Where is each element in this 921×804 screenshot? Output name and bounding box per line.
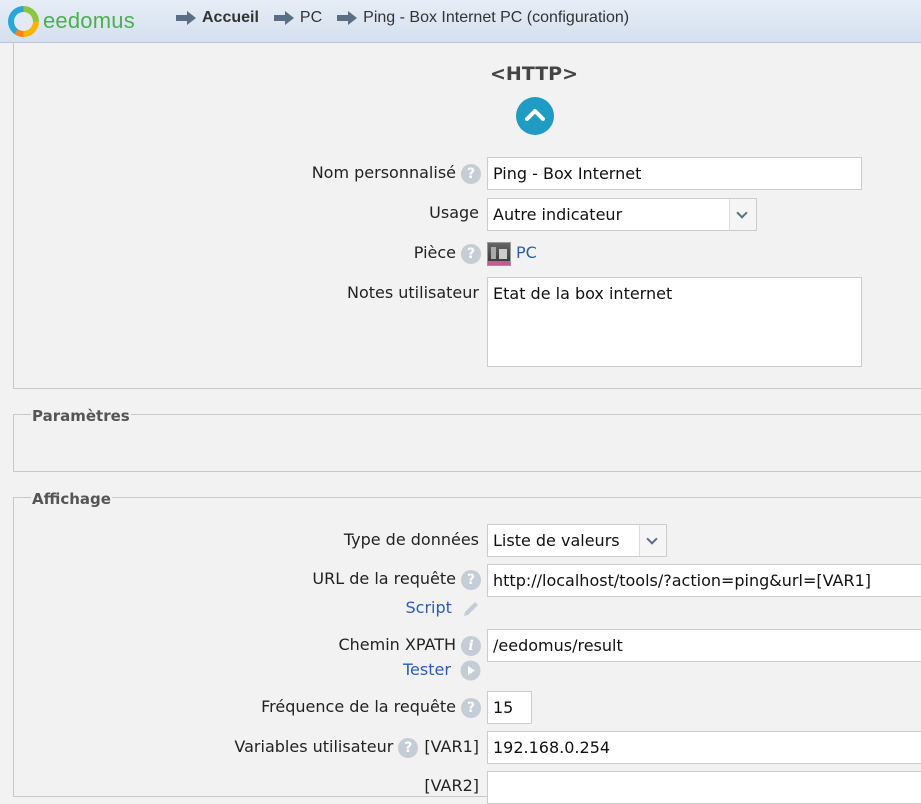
parameters-legend[interactable]: Paramètres bbox=[31, 407, 131, 425]
room-image bbox=[487, 242, 511, 266]
help-icon[interactable]: ? bbox=[461, 243, 481, 264]
breadcrumb-room[interactable]: PC bbox=[300, 9, 322, 27]
chevron-down-icon bbox=[729, 199, 756, 230]
data-type-select[interactable]: Liste de valeurs bbox=[487, 524, 667, 557]
help-icon[interactable]: ? bbox=[398, 737, 419, 758]
test-link[interactable]: Tester bbox=[403, 660, 451, 679]
room-link[interactable]: PC bbox=[516, 243, 537, 262]
arrow-right-icon bbox=[337, 11, 358, 25]
chevron-down-icon bbox=[639, 525, 666, 556]
data-type-select-value: Liste de valeurs bbox=[493, 531, 620, 550]
top-bar: eedomus Accueil PC Ping - Box Internet P… bbox=[0, 0, 921, 43]
display-legend[interactable]: Affichage bbox=[31, 490, 112, 508]
url-label-row: URL de la requête? bbox=[312, 569, 481, 590]
data-type-label: Type de données bbox=[343, 530, 479, 549]
notes-label: Notes utilisateur bbox=[346, 283, 479, 302]
frequency-label: Fréquence de la requête bbox=[261, 697, 456, 716]
usage-label: Usage bbox=[429, 203, 479, 222]
breadcrumb: Accueil PC Ping - Box Internet PC (confi… bbox=[176, 9, 644, 27]
breadcrumb-home[interactable]: Accueil bbox=[202, 9, 259, 27]
parameters-panel bbox=[13, 414, 921, 472]
arrow-right-icon bbox=[176, 11, 196, 25]
url-label: URL de la requête bbox=[312, 569, 456, 588]
room-label-row: Pièce? bbox=[414, 243, 481, 264]
play-icon[interactable] bbox=[460, 660, 481, 681]
frequency-input[interactable]: 15 bbox=[487, 691, 532, 724]
usage-select[interactable]: Autre indicateur bbox=[487, 198, 757, 231]
name-label-row: Nom personnalisé? bbox=[312, 163, 481, 184]
help-icon[interactable]: ? bbox=[461, 163, 481, 184]
notes-textarea[interactable]: Etat de la box internet bbox=[487, 277, 862, 367]
eedomus-logo[interactable]: eedomus bbox=[8, 4, 135, 38]
xpath-input[interactable]: /eedomus/result bbox=[487, 629, 921, 662]
var1-input[interactable]: 192.168.0.254 bbox=[487, 731, 921, 764]
name-input[interactable]: Ping - Box Internet bbox=[487, 157, 862, 190]
uservars-label-row: Variables utilisateur? [VAR1] bbox=[234, 737, 479, 758]
var1-label: [VAR1] bbox=[424, 737, 479, 756]
device-type-title: <HTTP> bbox=[490, 63, 579, 85]
usage-select-value: Autre indicateur bbox=[493, 205, 623, 224]
breadcrumb-current: Ping - Box Internet PC (configuration) bbox=[363, 9, 630, 26]
chevron-up-icon bbox=[525, 109, 545, 121]
room-label: Pièce bbox=[413, 243, 456, 262]
test-link-row: Tester bbox=[403, 660, 481, 681]
xpath-label: Chemin XPATH bbox=[338, 635, 456, 654]
uservars-label: Variables utilisateur bbox=[234, 737, 394, 756]
collapse-button[interactable] bbox=[516, 97, 554, 135]
var2-label: [VAR2] bbox=[424, 776, 479, 795]
var2-input[interactable] bbox=[487, 771, 921, 804]
xpath-label-row: Chemin XPATH i bbox=[338, 635, 481, 656]
url-input[interactable]: http://localhost/tools/?action=ping&url=… bbox=[487, 564, 921, 597]
pencil-icon[interactable] bbox=[461, 599, 481, 619]
info-icon[interactable]: i bbox=[461, 635, 481, 656]
logo-ring-icon bbox=[8, 5, 39, 37]
script-link[interactable]: Script bbox=[406, 598, 452, 617]
arrow-right-icon bbox=[273, 11, 294, 25]
help-icon[interactable]: ? bbox=[461, 697, 481, 718]
logo-text: eedomus bbox=[43, 8, 135, 33]
name-label: Nom personnalisé bbox=[311, 163, 456, 182]
frequency-label-row: Fréquence de la requête? bbox=[261, 697, 481, 718]
help-icon[interactable]: ? bbox=[461, 569, 481, 590]
script-link-row: Script bbox=[406, 598, 482, 619]
